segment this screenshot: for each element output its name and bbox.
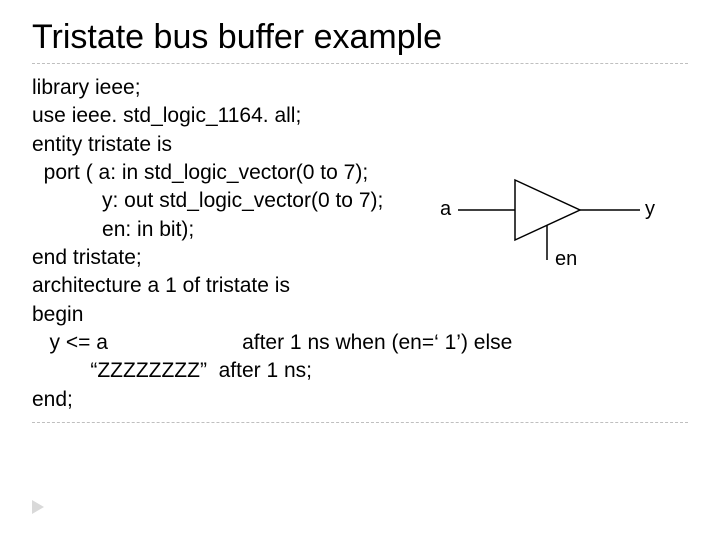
code-line: y <= a after 1 ns when (en=‘ 1’) else — [32, 331, 512, 354]
code-line: use ieee. std_logic_1164. all; — [32, 104, 301, 127]
code-line: begin — [32, 303, 83, 326]
title-divider — [32, 63, 688, 64]
bottom-divider — [32, 422, 688, 423]
slide: Tristate bus buffer example library ieee… — [0, 0, 720, 540]
diagram-label-y: y — [645, 198, 655, 221]
code-line: library ieee; — [32, 76, 141, 99]
code-line: entity tristate is — [32, 133, 172, 156]
tristate-buffer-diagram: a y en — [440, 170, 670, 280]
code-line: “ZZZZZZZZ” after 1 ns; — [32, 359, 312, 382]
diagram-label-a: a — [440, 198, 451, 221]
slide-marker-icon — [32, 500, 48, 514]
code-line: end tristate; — [32, 246, 142, 269]
diagram-label-en: en — [555, 248, 577, 271]
code-line: y: out std_logic_vector(0 to 7); — [32, 189, 383, 212]
code-line: end; — [32, 388, 73, 411]
code-line: port ( a: in std_logic_vector(0 to 7); — [32, 161, 368, 184]
slide-title: Tristate bus buffer example — [32, 18, 688, 57]
code-line: en: in bit); — [32, 218, 194, 241]
code-line: architecture a 1 of tristate is — [32, 274, 290, 297]
